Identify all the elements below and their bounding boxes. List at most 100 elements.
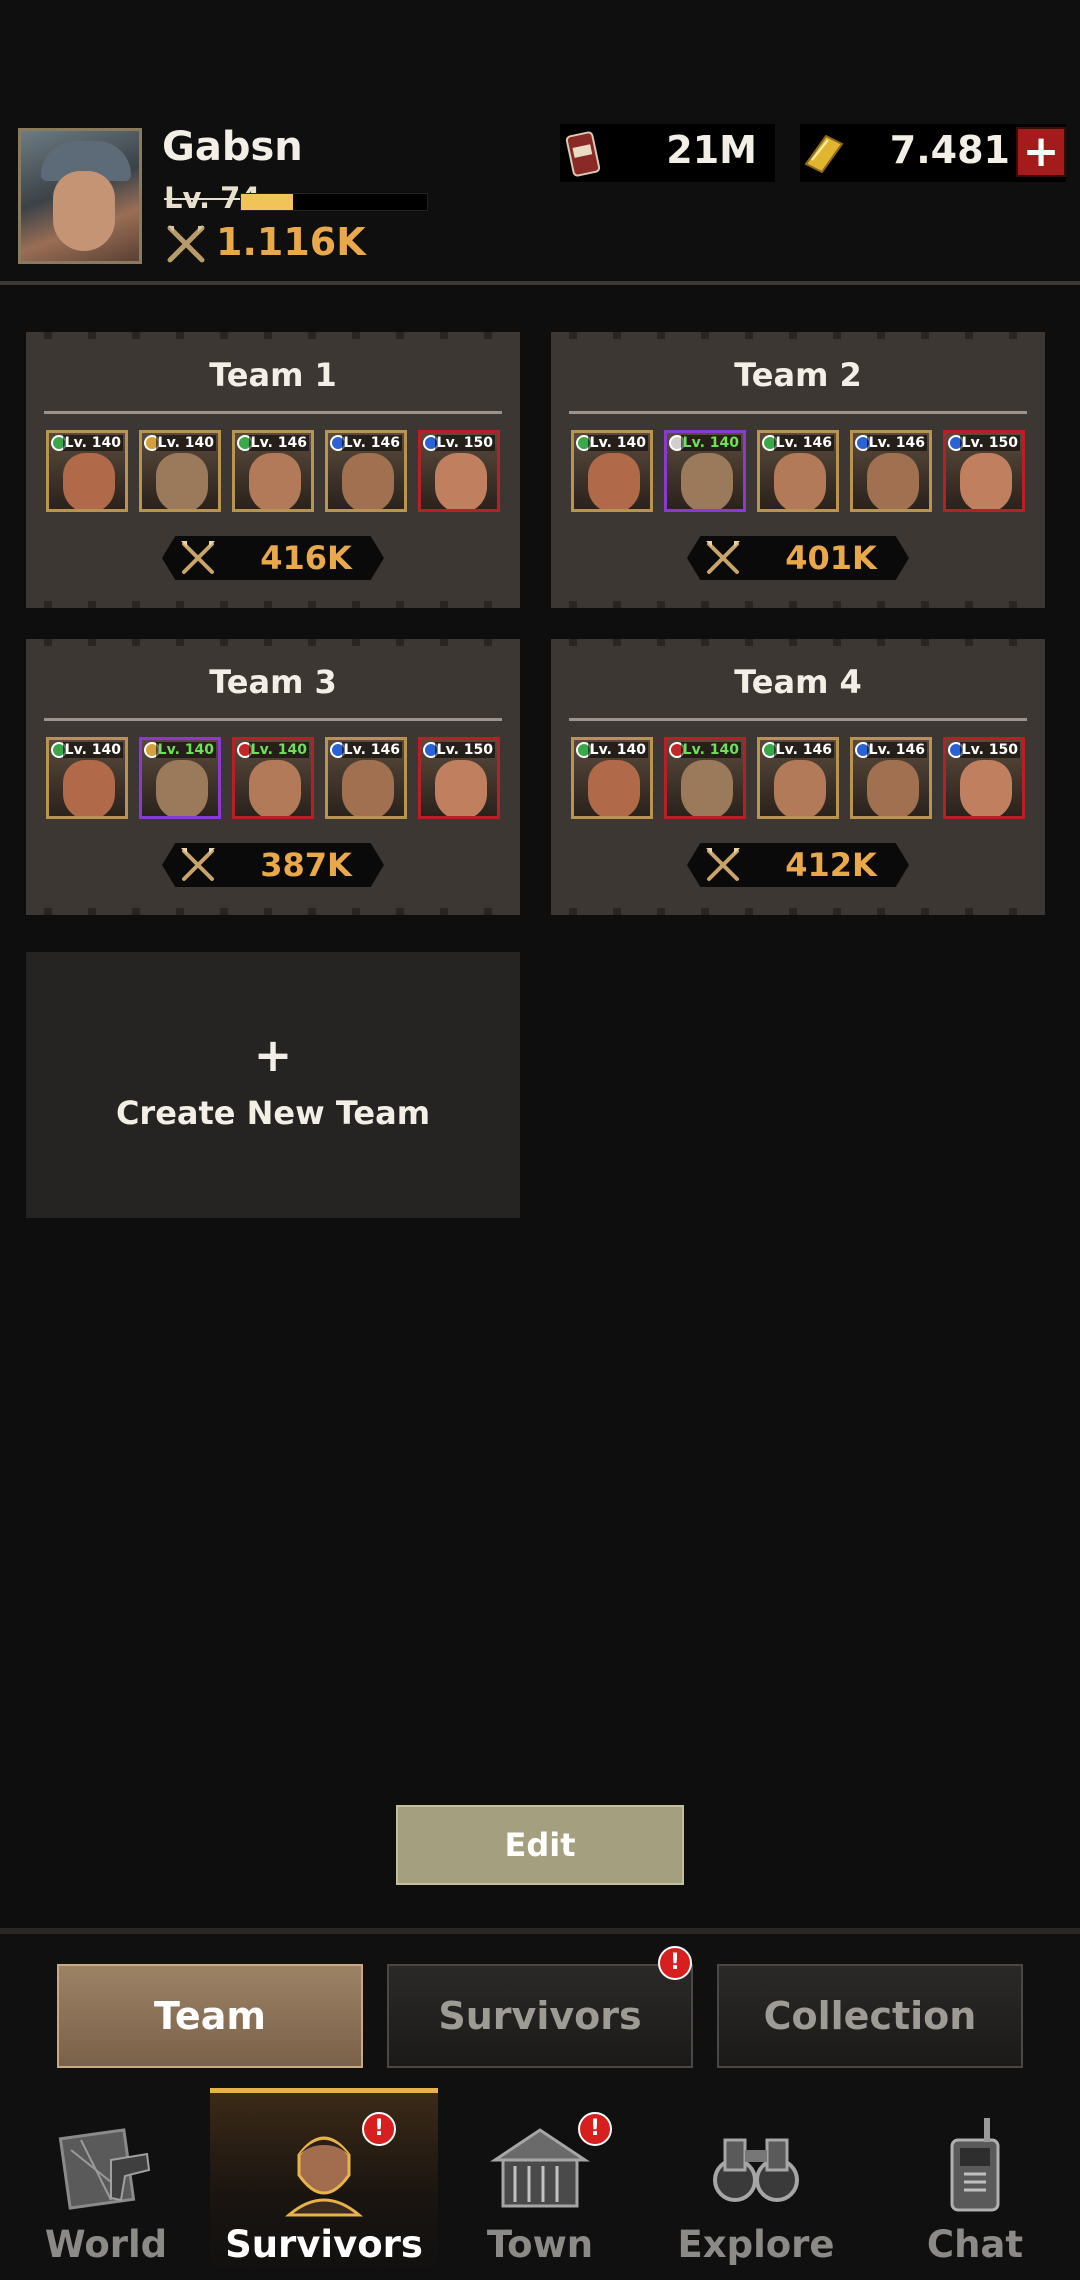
hero-face [588, 453, 640, 509]
player-name: Gabsn [162, 124, 303, 170]
edit-button[interactable]: Edit [396, 1805, 684, 1885]
hero-portrait[interactable]: Lv. 150 [943, 430, 1025, 512]
hero-face [435, 760, 487, 816]
hero-face [435, 453, 487, 509]
team-card[interactable]: Team 2 Lv. 140 Lv. 140 Lv. 146 Lv. 146 Lv. 15… [551, 332, 1045, 608]
hero-face [774, 760, 826, 816]
nav-world-label: World [44, 2223, 168, 2266]
team-power-badge: 412K [687, 843, 909, 887]
nav-chat-label: Chat [926, 2223, 1024, 2266]
team-power-value: 401K [785, 539, 877, 577]
hero-level: Lv. 140 [248, 742, 309, 758]
hero-portrait[interactable]: Lv. 140 [664, 737, 746, 819]
hero-level: Lv. 146 [866, 742, 927, 758]
create-new-team-card[interactable]: + Create New Team [26, 952, 520, 1218]
crossed-weapons-icon [703, 845, 743, 885]
cash-resource[interactable]: 21M [560, 124, 775, 182]
hero-level: Lv. 150 [434, 435, 495, 451]
hero-level: Lv. 140 [155, 742, 216, 758]
world-map-icon [58, 2128, 151, 2210]
team-title: Team 3 [209, 663, 337, 701]
hero-face [156, 453, 208, 509]
team-power-value: 416K [260, 539, 352, 577]
hero-level: Lv. 146 [773, 742, 834, 758]
team-power-badge: 416K [162, 536, 384, 580]
hero-portrait[interactable]: Lv. 140 [46, 430, 128, 512]
hero-level: Lv. 146 [773, 435, 834, 451]
hero-level: Lv. 150 [434, 742, 495, 758]
team-power-value: 387K [260, 846, 352, 884]
hero-face [63, 453, 115, 509]
team-power-badge: 401K [687, 536, 909, 580]
hero-portrait[interactable]: Lv. 146 [757, 737, 839, 819]
hero-face [867, 760, 919, 816]
hero-level: Lv. 140 [62, 435, 123, 451]
hero-level: Lv. 146 [248, 435, 309, 451]
player-power: 1.116K [216, 220, 366, 264]
team-card[interactable]: Team 1 Lv. 140 Lv. 140 Lv. 146 Lv. 146 Lv. 15… [26, 332, 520, 608]
xp-progress-fill [241, 194, 294, 210]
hero-level: Lv. 150 [959, 435, 1020, 451]
hero-level: Lv. 140 [680, 435, 741, 451]
hero-portrait[interactable]: Lv. 150 [943, 737, 1025, 819]
hero-portrait[interactable]: Lv. 140 [139, 430, 221, 512]
hero-portrait[interactable]: Lv. 140 [664, 430, 746, 512]
nav-chat[interactable]: Chat [870, 2088, 1080, 2280]
nav-town[interactable]: Town [438, 2088, 642, 2280]
hero-level: Lv. 140 [680, 742, 741, 758]
hero-portrait[interactable]: Lv. 150 [418, 737, 500, 819]
hero-face [249, 760, 301, 816]
hero-face [342, 760, 394, 816]
player-avatar[interactable] [18, 128, 142, 264]
create-new-team-label: Create New Team [115, 1094, 431, 1132]
team-title: Team 1 [209, 356, 337, 394]
hero-portrait[interactable]: Lv. 140 [46, 737, 128, 819]
nav-survivors[interactable]: Survivors [210, 2088, 438, 2280]
team-power-badge: 387K [162, 843, 384, 887]
hero-face [681, 760, 733, 816]
hero-face [249, 453, 301, 509]
tab-survivors[interactable]: Survivors [387, 1964, 693, 2068]
hero-level: Lv. 140 [155, 435, 216, 451]
hero-face [63, 760, 115, 816]
hero-portrait[interactable]: Lv. 140 [232, 737, 314, 819]
header-divider [0, 281, 1080, 285]
town-nav-alert-badge: ! [578, 2112, 612, 2146]
hero-level: Lv. 146 [866, 435, 927, 451]
nav-survivors-label: Survivors [225, 2223, 423, 2266]
walkie-talkie-icon [950, 2118, 1000, 2212]
hero-portrait[interactable]: Lv. 146 [325, 430, 407, 512]
team-title-divider [44, 718, 502, 721]
hero-portrait[interactable]: Lv. 146 [232, 430, 314, 512]
hero-portrait[interactable]: Lv. 140 [571, 430, 653, 512]
hero-portrait[interactable]: Lv. 140 [139, 737, 221, 819]
hero-portrait[interactable]: Lv. 146 [757, 430, 839, 512]
team-title-divider [44, 411, 502, 414]
hero-portrait[interactable]: Lv. 150 [418, 430, 500, 512]
hero-face [867, 453, 919, 509]
cash-value: 21M [666, 128, 757, 172]
team-power-value: 412K [785, 846, 877, 884]
nav-world[interactable]: World [0, 2088, 212, 2280]
team-title: Team 4 [734, 663, 862, 701]
hero-portrait[interactable]: Lv. 146 [850, 430, 932, 512]
add-gold-button[interactable]: + [1016, 127, 1066, 177]
nav-town-label: Town [486, 2223, 594, 2266]
gold-resource[interactable]: 7.481 + [800, 124, 1066, 182]
team-card[interactable]: Team 3 Lv. 140 Lv. 140 Lv. 140 Lv. 146 Lv. 15… [26, 639, 520, 915]
team-card[interactable]: Team 4 Lv. 140 Lv. 140 Lv. 146 Lv. 146 Lv. 15… [551, 639, 1045, 915]
crossed-weapons-icon [703, 538, 743, 578]
hero-level: Lv. 146 [341, 742, 402, 758]
nav-explore[interactable]: Explore [642, 2088, 870, 2280]
gold-bar-icon [804, 134, 844, 174]
tab-team[interactable]: Team [57, 1964, 363, 2068]
tab-collection[interactable]: Collection [717, 1964, 1023, 2068]
hero-portrait[interactable]: Lv. 140 [571, 737, 653, 819]
hero-level: Lv. 140 [62, 742, 123, 758]
hero-portrait[interactable]: Lv. 146 [850, 737, 932, 819]
hero-face [588, 760, 640, 816]
nav-explore-label: Explore [677, 2223, 835, 2266]
team-title-divider [569, 411, 1027, 414]
hero-portrait[interactable]: Lv. 146 [325, 737, 407, 819]
crossed-weapons-icon [178, 538, 218, 578]
